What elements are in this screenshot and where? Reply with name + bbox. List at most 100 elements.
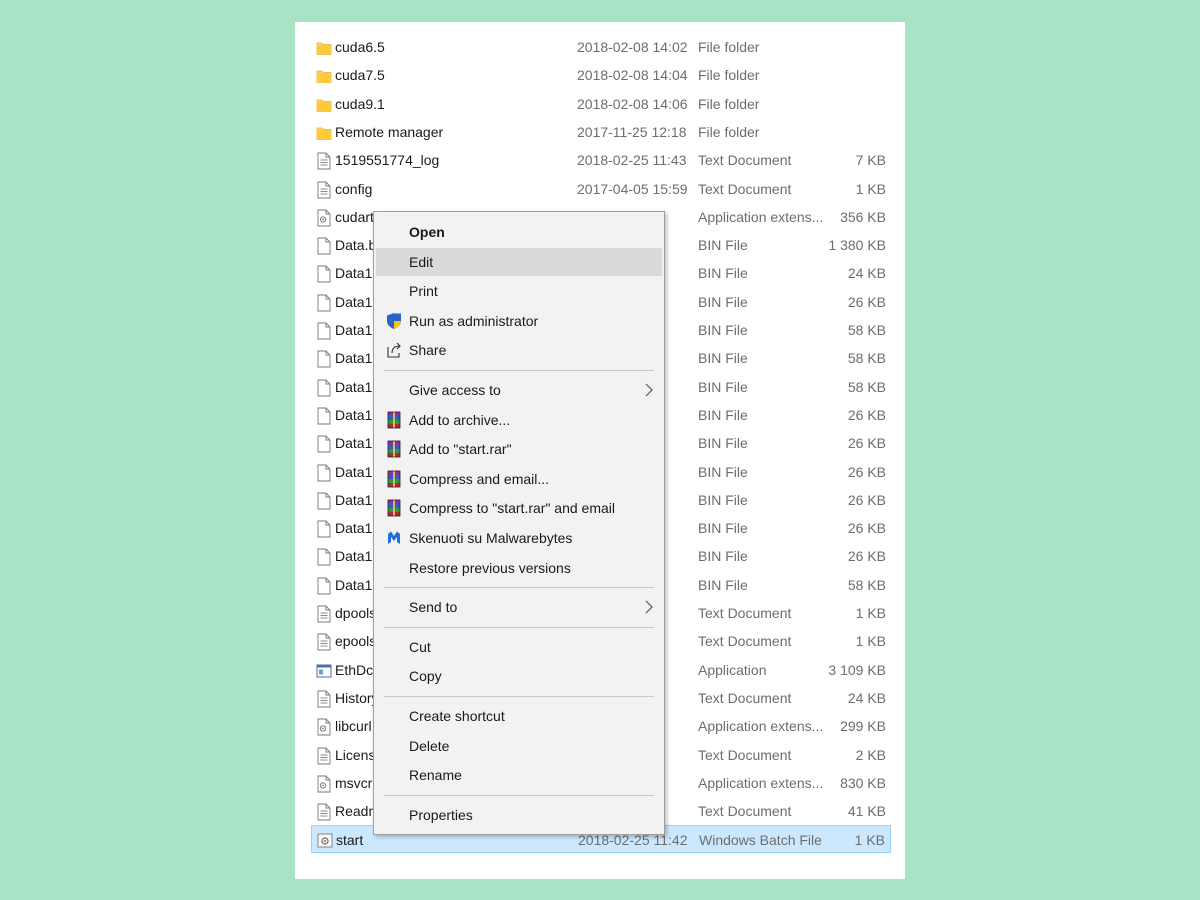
menu-separator [384,626,654,628]
menu-item-label: Compress to "start.rar" and email [409,500,616,517]
file-size: 26 KB [847,491,886,508]
file-type: BIN File [698,293,748,310]
file-type: Text Document [698,746,792,763]
batch-file-icon [317,832,333,850]
file-name: cuda7.5 [335,67,385,84]
file-size: 41 KB [847,803,886,820]
menu-item-properties[interactable]: Properties [376,801,662,829]
file-size: 1 KB [854,832,885,849]
file-type: Text Document [698,689,792,706]
winrar-icon [385,440,403,458]
menu-item-send-to[interactable]: Send to [376,593,662,621]
menu-item-label: Properties [409,806,473,823]
file-size: 356 KB [840,208,886,225]
menu-item-label: Add to archive... [409,411,511,428]
menu-item-create-shortcut[interactable]: Create shortcut [376,702,662,730]
menu-item-open[interactable]: Open [376,218,662,246]
file-type: Text Document [698,152,792,169]
menu-separator [384,794,654,796]
file-type: Text Document [698,633,792,650]
menu-item-add-to-start-rar[interactable]: Add to "start.rar" [376,435,662,463]
menu-item-delete[interactable]: Delete [376,732,662,760]
file-size: 1 KB [855,633,886,650]
blank-file-icon [316,464,332,482]
file-type: BIN File [698,520,748,537]
menu-item-add-to-archive[interactable]: Add to archive... [376,406,662,434]
menu-item-label: Edit [409,253,434,270]
file-date-modified: 2018-02-08 14:06 [577,95,688,112]
file-row[interactable]: config 2017-04-05 15:59 Text Document 1 KB [311,175,891,203]
file-type: Application extens... [698,208,824,225]
file-row[interactable]: 1519551774_log 2018-02-25 11:43 Text Docum… [311,146,891,174]
menu-item-share[interactable]: Share [376,336,662,364]
file-size: 299 KB [840,718,886,735]
folder-icon [316,67,332,85]
chevron-right-icon [644,598,654,616]
file-type: BIN File [698,350,748,367]
menu-item-edit[interactable]: Edit [376,247,662,276]
menu-item-label: Send to [409,599,458,616]
file-size: 26 KB [847,435,886,452]
menu-item-rename[interactable]: Rename [376,761,662,789]
file-size: 26 KB [847,293,886,310]
text-file-icon [316,152,332,170]
file-row[interactable]: cuda7.5 2018-02-08 14:04 File folder [311,61,891,89]
winrar-icon [385,470,403,488]
file-name: 1519551774_log [335,152,440,169]
menu-item-compress-and-email[interactable]: Compress and email... [376,465,662,493]
file-type: Application [698,661,767,678]
chevron-right-icon [644,381,654,399]
file-type: File folder [698,95,760,112]
file-type: Text Document [698,180,792,197]
file-size: 1 KB [855,605,886,621]
file-row[interactable]: Remote manager 2017-11-25 12:18 File folde… [311,118,891,146]
file-size: 58 KB [847,350,886,367]
menu-item-label: Cut [409,638,431,655]
file-date-modified: 2018-02-08 14:04 [577,67,688,84]
file-type: Application extens... [698,774,824,791]
menu-item-give-access-to[interactable]: Give access to [376,376,662,404]
file-date-modified: 2018-02-08 14:02 [577,39,688,55]
menu-item-skenuoti-su-malwarebytes[interactable]: Skenuoti su Malwarebytes [376,524,662,552]
file-type: Application extens... [698,718,824,735]
file-name: config [335,180,373,197]
share-icon [385,341,403,359]
text-file-icon [316,690,332,708]
file-row[interactable]: cuda9.1 2018-02-08 14:06 File folder [311,90,891,118]
menu-item-run-as-administrator[interactable]: Run as administrator [376,307,662,335]
menu-item-label: Give access to [409,382,501,398]
file-size: 830 KB [840,774,886,791]
file-type: Text Document [698,605,792,621]
menu-item-label: Create shortcut [409,708,505,724]
menu-item-print[interactable]: Print [376,277,662,305]
file-name: cuda9.1 [335,95,385,112]
file-size: 3 109 KB [828,661,886,678]
menu-item-label: Rename [409,767,462,784]
file-row[interactable]: cuda6.5 2018-02-08 14:02 File folder [311,33,891,61]
winrar-icon [385,411,403,429]
menu-item-compress-to-start-rar-and-email[interactable]: Compress to "start.rar" and email [376,494,662,522]
file-name: cuda6.5 [335,39,385,55]
blank-file-icon [316,577,332,595]
file-type: BIN File [698,435,748,452]
folder-icon [316,96,332,114]
file-type: Windows Batch File [699,832,822,849]
menu-item-copy[interactable]: Copy [376,662,662,690]
file-type: File folder [698,67,760,84]
file-type: File folder [698,39,760,55]
file-type: BIN File [698,237,748,254]
menu-item-label: Skenuoti su Malwarebytes [409,530,573,546]
file-size: 26 KB [847,548,886,565]
dll-file-icon [316,775,332,793]
file-date-modified: 2017-04-05 15:59 [577,180,688,197]
file-size: 24 KB [847,265,886,282]
file-size: 58 KB [847,378,886,395]
menu-item-label: Restore previous versions [409,559,571,576]
menu-item-restore-previous-versions[interactable]: Restore previous versions [376,554,662,582]
blank-file-icon [316,265,332,283]
file-type: File folder [698,123,760,140]
file-size: 58 KB [847,322,886,338]
blank-file-icon [316,237,332,255]
malwarebytes-icon [385,529,403,547]
menu-item-cut[interactable]: Cut [376,633,662,661]
